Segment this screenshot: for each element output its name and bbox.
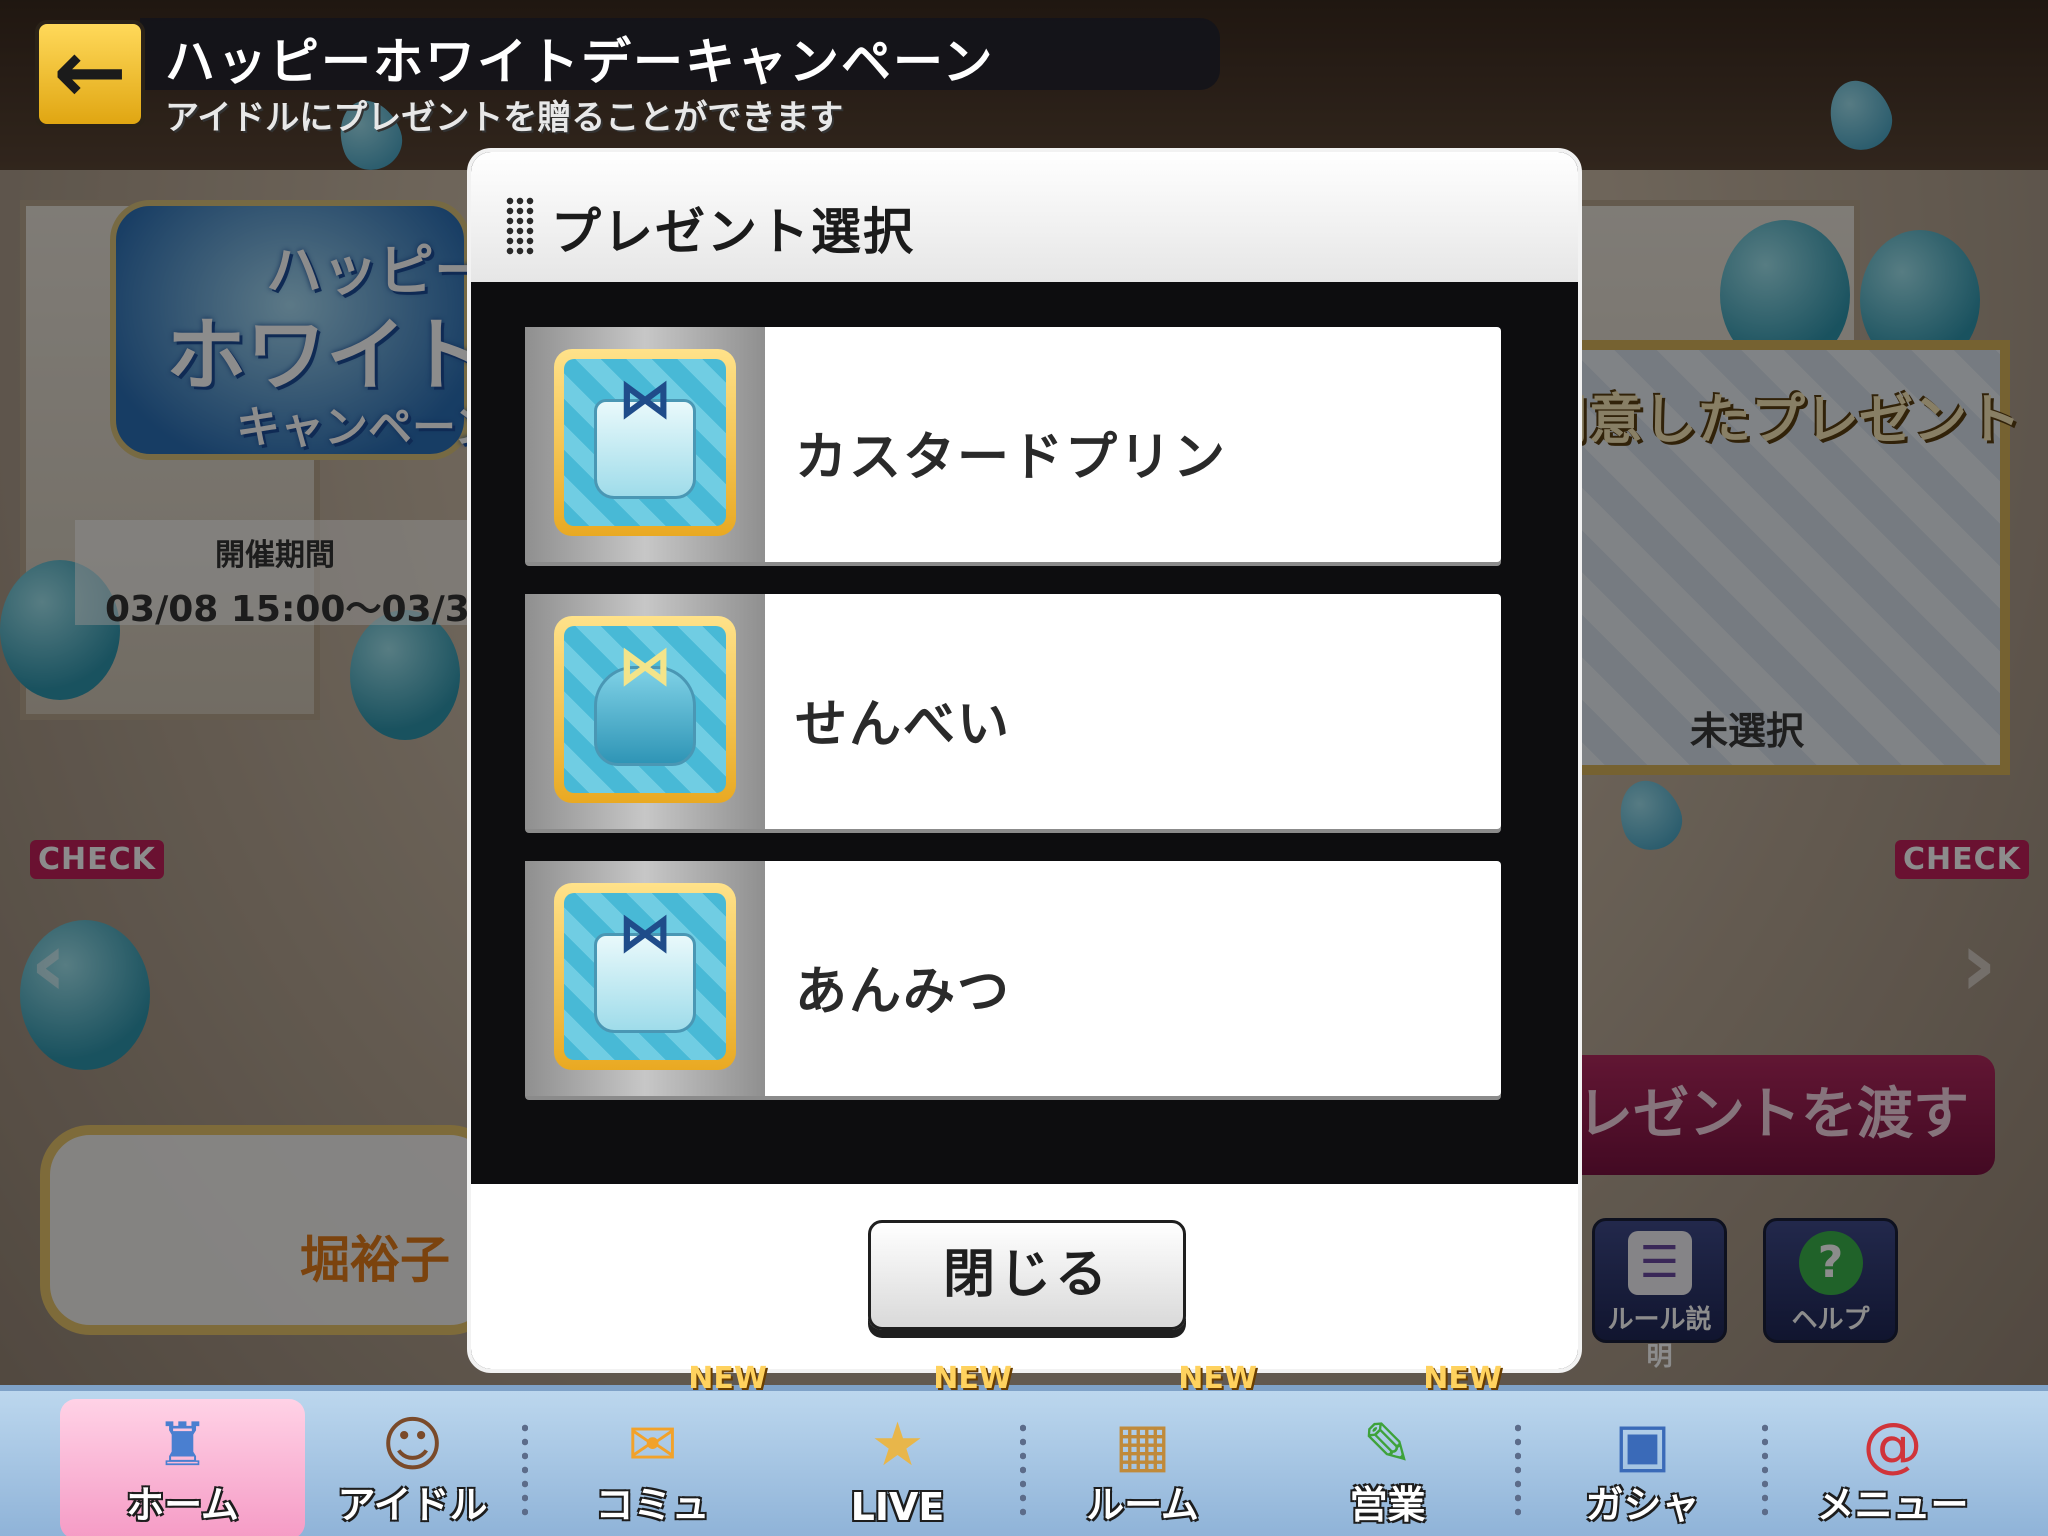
present-item-label: あんみつ: [795, 962, 1012, 1022]
gift-pouch-icon: ⋈: [564, 626, 726, 793]
nav-label: ガシャ: [1585, 1483, 1700, 1527]
ribbon-icon: ⋈: [618, 367, 672, 430]
present-item-senbei[interactable]: ⋈ せんべい: [525, 594, 1501, 829]
idol-face-icon: ☺: [381, 1410, 444, 1480]
bottom-nav: ♜ ホーム ☺ アイドル NEW ✉ コミュ NEW ★ LIVE NEW ▦ …: [0, 1361, 2048, 1536]
new-badge: NEW: [1178, 1361, 1257, 1396]
back-button[interactable]: ←: [35, 20, 145, 128]
dialog-footer: 閉じる: [471, 1184, 1578, 1369]
new-badge: NEW: [688, 1361, 767, 1396]
present-icon-frame: ⋈: [554, 616, 736, 803]
page-subtitle: アイドルにプレゼントを贈ることができます: [165, 98, 844, 138]
present-item-label: カスタードプリン: [795, 428, 1228, 488]
ribbon-icon: ⋈: [618, 634, 672, 697]
grip-icon: [505, 196, 535, 256]
gift-bag-icon: ⋈: [564, 359, 726, 526]
back-arrow-icon: ←: [53, 20, 127, 123]
nav-label: メニュー: [1816, 1483, 1969, 1527]
nav-label: ホーム: [126, 1483, 239, 1527]
present-icon-slot: ⋈: [525, 861, 765, 1096]
nav-label: ルーム: [1086, 1483, 1199, 1527]
gift-bag-icon: ⋈: [564, 893, 726, 1060]
nav-separator: [1762, 1421, 1768, 1521]
nav-item-home[interactable]: ♜ ホーム: [60, 1399, 305, 1536]
nav-item-menu[interactable]: @ メニュー: [1770, 1399, 2015, 1536]
new-badge: NEW: [933, 1361, 1012, 1396]
present-item-anmitsu[interactable]: ⋈ あんみつ: [525, 861, 1501, 1096]
castle-icon: ♜: [155, 1410, 210, 1480]
nav-label: コミュ: [595, 1483, 710, 1527]
present-icon-slot: ⋈: [525, 594, 765, 829]
present-icon-frame: ⋈: [554, 349, 736, 536]
nav-label: LIVE: [850, 1485, 945, 1529]
present-icon-frame: ⋈: [554, 883, 736, 1070]
nav-item-gacha[interactable]: ▣ ガシャ: [1520, 1399, 1765, 1536]
present-item-custard-pudding[interactable]: ⋈ カスタードプリン: [525, 327, 1501, 562]
present-select-dialog: プレゼント選択 ⋈ カスタードプリン ⋈ せんべい ⋈ あんみつ 閉じる: [467, 148, 1582, 1373]
nav-label: 営業: [1349, 1483, 1426, 1527]
menu-book-icon: @: [1862, 1410, 1923, 1480]
dialog-header: プレゼント選択: [471, 152, 1578, 282]
gacha-icon: ▣: [1614, 1410, 1671, 1480]
nav-item-idol[interactable]: ☺ アイドル: [290, 1399, 535, 1536]
japan-map-icon: ✎: [1362, 1410, 1413, 1480]
nav-label: アイドル: [337, 1483, 488, 1527]
new-badge: NEW: [1423, 1361, 1502, 1396]
present-item-label: せんべい: [795, 695, 1012, 755]
live-stage-icon: ★: [870, 1410, 925, 1480]
nav-item-commu[interactable]: NEW ✉ コミュ: [530, 1361, 775, 1536]
nav-item-room[interactable]: NEW ▦ ルーム: [1020, 1361, 1265, 1536]
close-button[interactable]: 閉じる: [868, 1220, 1186, 1330]
room-icon: ▦: [1114, 1410, 1171, 1480]
chat-bubbles-icon: ✉: [627, 1410, 678, 1480]
present-icon-slot: ⋈: [525, 327, 765, 562]
page-title: ハッピーホワイトデーキャンペーン: [165, 33, 995, 91]
nav-item-live[interactable]: NEW ★ LIVE: [775, 1361, 1020, 1536]
ribbon-icon: ⋈: [618, 901, 672, 964]
dialog-title: プレゼント選択: [551, 203, 915, 261]
nav-item-business[interactable]: NEW ✎ 営業: [1265, 1361, 1510, 1536]
